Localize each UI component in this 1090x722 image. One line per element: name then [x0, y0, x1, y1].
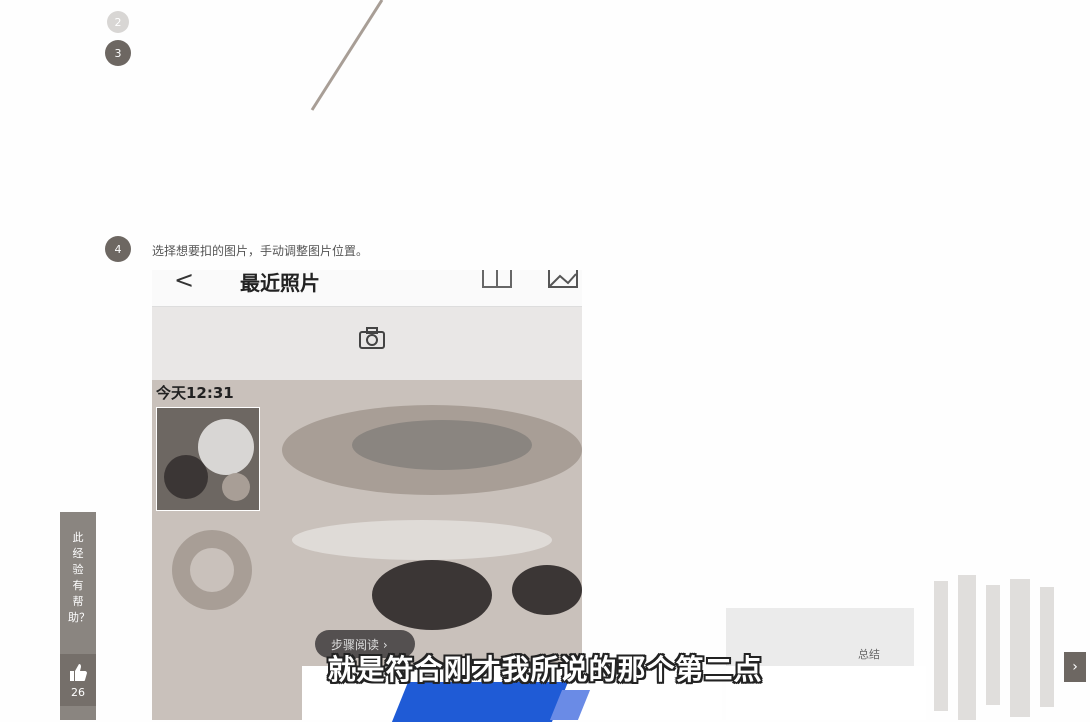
camera-icon[interactable] [359, 327, 385, 349]
image-icon[interactable] [548, 270, 578, 288]
decorative-blob [372, 560, 492, 630]
step-4-number: 4 [114, 242, 122, 256]
helpful-prompt: 此经验有帮助？ [68, 531, 90, 624]
photo-thumbnail[interactable] [156, 407, 260, 511]
phone-top-bar: < 最近照片 [152, 270, 582, 307]
step-4-description: 选择想要扣的图片，手动调整图片位置。 [152, 244, 369, 258]
grid-view-icon[interactable] [482, 270, 512, 288]
decorative-blob [512, 565, 582, 615]
highlight-shape [391, 682, 569, 722]
video-subtitle: 就是符合刚才我所说的那个第二点 [327, 653, 763, 686]
photo-date-label: 今天12:31 [156, 384, 234, 402]
helpful-sidebar: 此经验有帮助？ 26 [60, 512, 96, 720]
camera-shortcut-area[interactable] [152, 307, 582, 380]
decorative-blob [190, 548, 234, 592]
decorative-blob [352, 420, 532, 470]
step-4-badge: 4 [105, 236, 131, 262]
back-arrow-icon[interactable]: < [174, 270, 194, 294]
phone-album-title: 最近照片 [240, 271, 320, 295]
decorative-blob [292, 520, 552, 560]
